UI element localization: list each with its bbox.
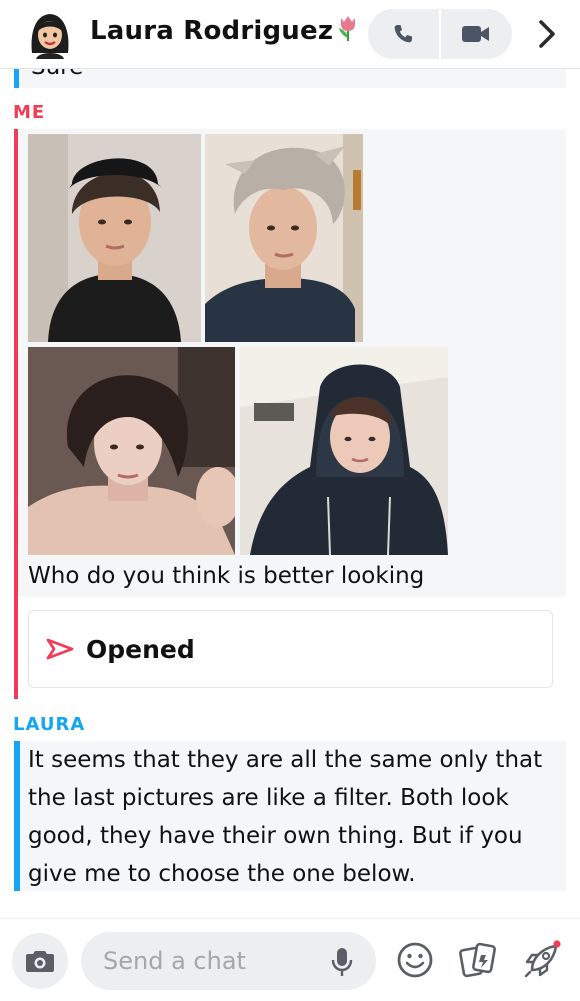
photo-1[interactable] [28,134,201,342]
emoji-button[interactable] [394,939,436,981]
video-camera-icon [462,26,489,42]
notification-dot [553,940,561,948]
previous-message: Sure [14,68,566,88]
voice-call-button[interactable] [368,9,438,59]
photo-4[interactable] [240,347,448,555]
me-accent-bar [14,129,18,699]
opened-arrow-icon [46,638,74,660]
smiley-icon [397,942,433,978]
camera-icon [26,951,54,972]
stickers-button[interactable] [458,939,500,981]
video-call-button[interactable] [441,9,511,59]
opened-status-card[interactable]: Opened [28,610,553,688]
microphone-icon[interactable] [330,946,354,978]
friend-accent-bar [14,68,19,88]
contact-name[interactable]: Laura Rodriguez [90,14,361,49]
chat-header: Laura Rodriguez [0,0,580,69]
tulip-emoji-icon [335,14,361,49]
rocket-icon [524,940,561,978]
contact-name-text: Laura Rodriguez [90,16,334,46]
opened-status-label: Opened [86,635,195,664]
games-button[interactable] [521,939,563,981]
cards-icon [459,942,496,978]
composer-bar [0,918,580,1001]
friend-accent-bar [14,741,20,891]
photo-2[interactable] [205,134,363,342]
call-actions [368,9,512,59]
sender-label-laura: LAURA [13,714,86,735]
camera-button[interactable] [12,933,68,989]
sender-label-me: ME [13,102,46,123]
reply-message-text: It seems that they are all the same only… [28,747,543,887]
avatar[interactable] [26,9,74,59]
chevron-right-icon[interactable] [532,16,562,52]
photo-3[interactable] [28,347,235,555]
phone-icon [394,25,412,43]
previous-message-text: Sure [31,68,83,80]
my-message-text: Who do you think is better looking [28,563,425,589]
